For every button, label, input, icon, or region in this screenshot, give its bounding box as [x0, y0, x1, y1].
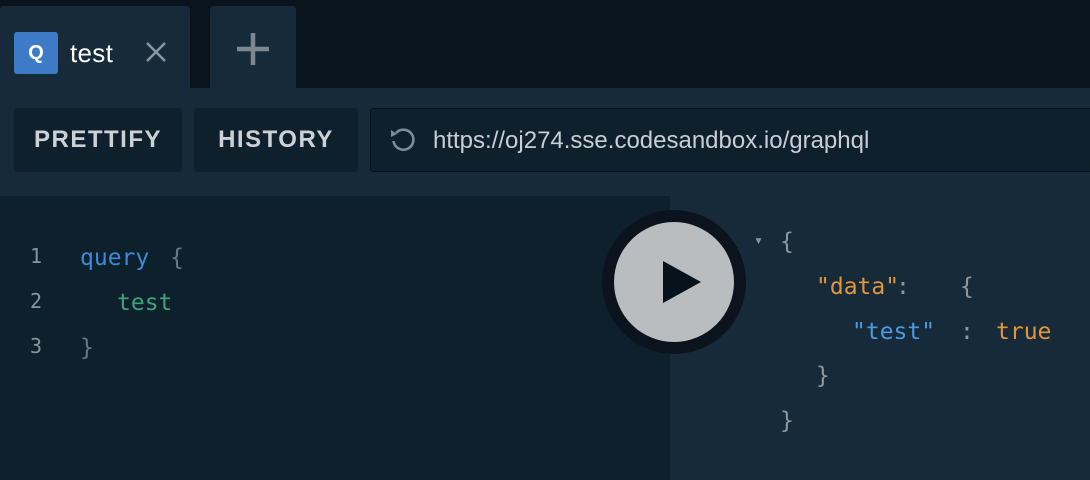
history-button[interactable]: HISTORY	[194, 108, 358, 172]
json-outer-close-brace: }	[780, 408, 794, 434]
json-key-test: "test"	[852, 319, 936, 345]
field-test: test	[117, 290, 173, 316]
json-inner-open-brace: {	[960, 274, 974, 300]
json-open-brace: {	[780, 229, 794, 255]
line-number: 2	[30, 289, 43, 313]
reload-icon[interactable]	[387, 124, 419, 156]
toolbar: PRETTIFY HISTORY https://oj274.sse.codes…	[0, 88, 1090, 196]
execute-query-button[interactable]	[614, 222, 734, 342]
json-key-data: "data"	[816, 274, 900, 300]
result-viewer: ▾ { "data" : { "test" : true } }	[670, 196, 1090, 480]
line-number: 3	[30, 334, 43, 358]
tab-title: test	[70, 38, 114, 68]
json-value-true: true	[996, 319, 1052, 345]
query-keyword: query	[80, 245, 150, 271]
endpoint-url-text: https://oj274.sse.codesandbox.io/graphql	[433, 127, 870, 154]
json-colon: :	[960, 319, 974, 345]
collapse-toggle[interactable]: ▾	[754, 231, 763, 249]
json-inner-close-brace: }	[816, 363, 830, 389]
plus-icon	[237, 33, 269, 65]
json-colon: :	[896, 274, 910, 300]
endpoint-url-input[interactable]: https://oj274.sse.codesandbox.io/graphql	[370, 108, 1090, 172]
query-editor[interactable]: 1 2 3 query { test }	[0, 196, 670, 480]
close-brace: }	[80, 335, 94, 361]
tab-bar: Q test	[0, 0, 1090, 88]
play-icon	[663, 261, 701, 303]
query-badge: Q	[14, 32, 58, 74]
close-icon[interactable]	[144, 40, 168, 64]
line-number: 1	[30, 244, 43, 268]
open-brace: {	[170, 245, 184, 271]
tab-query[interactable]: Q test	[0, 6, 190, 88]
prettify-button[interactable]: PRETTIFY	[14, 108, 182, 172]
add-tab-button[interactable]	[210, 6, 296, 88]
